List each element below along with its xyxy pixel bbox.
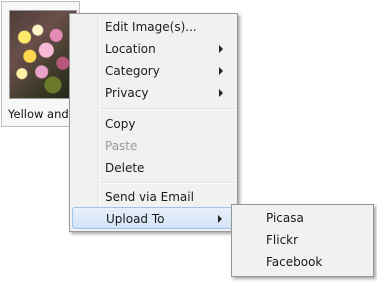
menu-item-label: Edit Image(s)... [105,20,197,34]
flower-photo[interactable] [9,10,77,99]
desktop: Yellow and Edit Image(s)... Location Cat… [0,0,377,282]
menu-item-copy[interactable]: Copy [72,113,235,135]
submenu-item-picasa[interactable]: Picasa [234,207,371,229]
menu-item-label: Send via Email [105,190,194,204]
menu-item-upload-to[interactable]: Upload To [72,207,235,229]
menu-item-privacy[interactable]: Privacy [72,82,235,104]
submenu-item-facebook[interactable]: Facebook [234,251,371,273]
menu-item-delete[interactable]: Delete [72,157,235,179]
menu-item-label: Copy [105,117,136,131]
thumbnail-caption: Yellow and [8,107,69,121]
submenu-arrow-icon [219,89,223,97]
menu-item-paste: Paste [72,135,235,157]
menu-item-label: Paste [105,139,138,153]
menu-item-label: Delete [105,161,145,175]
menu-item-edit-images[interactable]: Edit Image(s)... [72,16,235,38]
menu-separator [101,182,235,184]
menu-item-category[interactable]: Category [72,60,235,82]
menu-separator [101,108,235,110]
submenu-arrow-icon [218,215,222,223]
menu-item-label: Upload To [106,212,165,226]
menu-item-label: Flickr [266,233,299,247]
menu-item-label: Location [105,42,156,56]
submenu-arrow-icon [219,67,223,75]
submenu-item-flickr[interactable]: Flickr [234,229,371,251]
context-menu: Edit Image(s)... Location Category Priva… [69,13,238,232]
menu-item-label: Picasa [266,211,304,225]
menu-item-label: Facebook [266,255,323,269]
menu-item-label: Category [105,64,160,78]
submenu-arrow-icon [219,45,223,53]
menu-item-send-via-email[interactable]: Send via Email [72,186,235,208]
menu-item-label: Privacy [105,86,149,100]
menu-item-location[interactable]: Location [72,38,235,60]
upload-to-submenu: Picasa Flickr Facebook [231,204,374,277]
